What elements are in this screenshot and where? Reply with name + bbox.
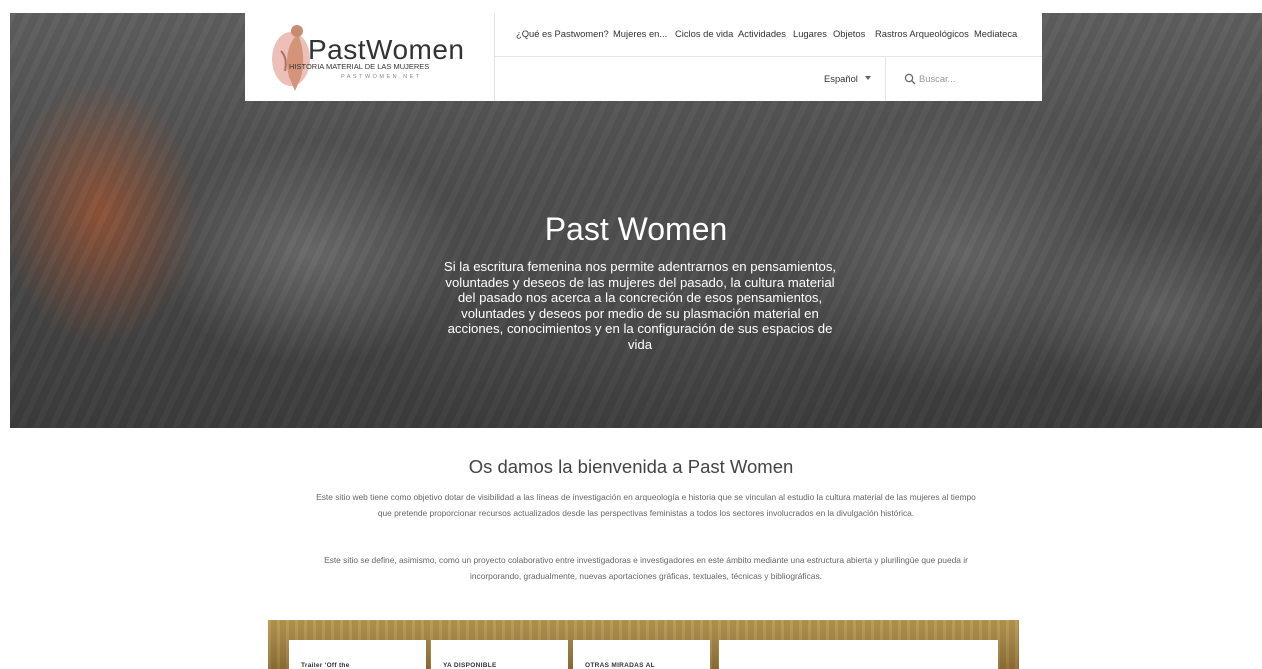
- logo-url: PASTWOMEN.NET: [341, 74, 422, 80]
- logo-subtitle: HISTORIA MATERIAL DE LAS MUJERES: [289, 62, 430, 71]
- card-label: OTRAS MIRADAS AL: [585, 662, 655, 669]
- main-nav: ¿Qué es Pastwomen? Mujeres en... Ciclos …: [495, 13, 1042, 57]
- nav-item-rastros-arqueologicos[interactable]: Rastros Arqueológicos: [875, 28, 969, 39]
- hero-title: Past Women: [544, 211, 728, 247]
- logo[interactable]: PastWomen HISTORIA MATERIAL DE LAS MUJER…: [245, 13, 495, 101]
- card-label: Trailer 'Off the: [301, 662, 350, 669]
- card-label: YA DISPONIBLE: [443, 662, 497, 669]
- welcome-paragraph-2: Este sitio se define, asimismo, como un …: [324, 555, 968, 581]
- search-input[interactable]: [917, 69, 1031, 87]
- nav-item-actividades[interactable]: Actividades: [738, 28, 786, 39]
- nav-item-mujeres-en[interactable]: Mujeres en...: [613, 28, 667, 39]
- nav-item-objetos[interactable]: Objetos: [833, 28, 865, 39]
- chevron-down-icon[interactable]: [865, 76, 871, 80]
- featured-card-4[interactable]: [719, 640, 998, 669]
- featured-banner: Trailer 'Off the YA DISPONIBLE OTRAS MIR…: [268, 620, 1019, 669]
- nav-item-que-es[interactable]: ¿Qué es Pastwomen?: [516, 28, 609, 39]
- search-divider: [885, 57, 886, 101]
- nav-item-lugares[interactable]: Lugares: [793, 28, 827, 39]
- nav-item-mediateca[interactable]: Mediateca: [974, 28, 1017, 39]
- welcome-paragraph-1: Este sitio web tiene como objetivo dotar…: [316, 492, 976, 518]
- nav-item-ciclos-de-vida[interactable]: Ciclos de vida: [675, 28, 733, 39]
- welcome-title: Os damos la bienvenida a Past Women: [468, 456, 794, 477]
- featured-card-trailer[interactable]: Trailer 'Off the: [289, 640, 426, 669]
- site-header: PastWomen HISTORIA MATERIAL DE LAS MUJER…: [245, 13, 1042, 101]
- hero-text: Si la escritura femenina nos permite ade…: [443, 259, 837, 352]
- featured-card-otras-miradas[interactable]: OTRAS MIRADAS AL: [573, 640, 710, 669]
- search-icon[interactable]: [904, 73, 916, 85]
- language-selector[interactable]: Español: [824, 73, 858, 84]
- featured-card-ya-disponible[interactable]: YA DISPONIBLE: [431, 640, 568, 669]
